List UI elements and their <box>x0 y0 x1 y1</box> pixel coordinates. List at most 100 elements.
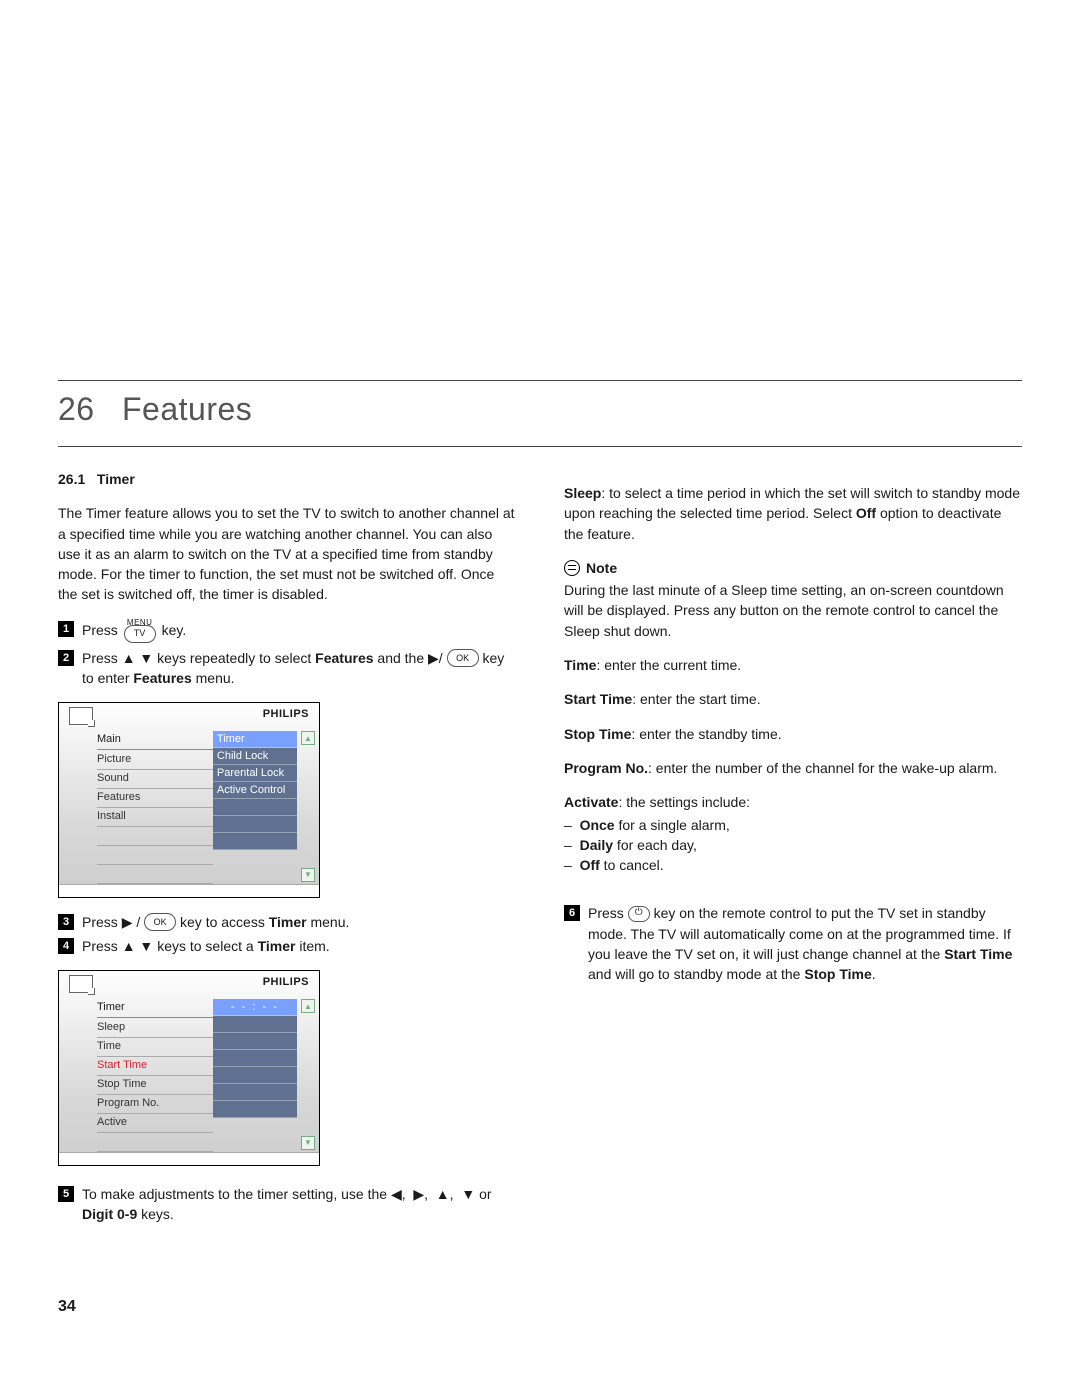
step-5-text: To make adjustments to the timer setting… <box>82 1184 516 1225</box>
note-label: Note <box>586 558 617 578</box>
note-text: During the last minute of a Sleep time s… <box>564 580 1022 641</box>
left-column: 26.1 Timer The Timer feature allows you … <box>58 469 516 1318</box>
osd2-left-item: Active <box>97 1114 213 1133</box>
t: item. <box>299 938 329 954</box>
osd1-right-item: Active Control <box>213 782 297 799</box>
osd2-right-item <box>213 1084 297 1101</box>
osd2-footer <box>59 1152 319 1165</box>
under-rule <box>58 446 1022 447</box>
osd1-scroll-arrows: ▲ ▼ <box>301 709 315 884</box>
step-3: 3 Press ▶ / OK key to access Timer menu. <box>58 912 516 932</box>
activate-option: – Off to cancel. <box>564 855 1022 875</box>
section-heading: 26.1 Timer <box>58 469 516 489</box>
t: . <box>872 966 876 982</box>
osd2-right-item <box>213 1016 297 1033</box>
osd1-right-list: TimerChild LockParental LockActive Contr… <box>213 709 301 884</box>
timer-bold-2: Timer <box>258 938 296 954</box>
activate-options-list: – Once for a single alarm,– Daily for ea… <box>564 815 1022 876</box>
activate-option: – Daily for each day, <box>564 835 1022 855</box>
digit-bold: Digit 0-9 <box>82 1206 137 1222</box>
step-1-badge: 1 <box>58 621 74 637</box>
osd2-left-item: Sleep <box>97 1019 213 1038</box>
tv-key-icon: TV <box>124 625 156 643</box>
activate-option: – Once for a single alarm, <box>564 815 1022 835</box>
osd2-right-item <box>213 1033 297 1050</box>
osd2-right-list: - - : - - <box>213 977 301 1152</box>
t: Press <box>588 905 628 921</box>
osd-window-icon <box>69 975 93 993</box>
t: Press <box>82 650 122 666</box>
scroll-down-icon: ▼ <box>301 1136 315 1150</box>
osd1-title: Main <box>97 731 213 750</box>
t: keys. <box>141 1206 174 1222</box>
step-5: 5 To make adjustments to the timer setti… <box>58 1184 516 1225</box>
t: : enter the number of the channel for th… <box>648 760 997 776</box>
step-6-text: Press key on the remote control to put t… <box>588 903 1022 984</box>
prog-label: Program No. <box>564 760 648 776</box>
step-4-badge: 4 <box>58 938 74 954</box>
features-bold-2: Features <box>133 670 191 686</box>
t: and the <box>377 650 428 666</box>
t: : enter the start time. <box>632 691 760 707</box>
t: keys to select a <box>157 938 257 954</box>
step-3-text: Press ▶ / OK key to access Timer menu. <box>82 912 516 932</box>
menu-tv-key-icon: MENU TV <box>124 619 156 644</box>
osd2-left-empty <box>97 1133 213 1152</box>
t: To make adjustments to the timer setting… <box>82 1186 391 1202</box>
start-time-paragraph: Start Time: enter the start time. <box>564 689 1022 709</box>
step-1-suffix: key. <box>162 622 187 638</box>
section-number: 26.1 <box>58 471 85 487</box>
step-6: 6 Press key on the remote control to put… <box>564 903 1022 984</box>
t: Press <box>82 938 122 954</box>
ok-key-icon: OK <box>144 913 176 931</box>
osd-main-menu: PHILIPS Main PictureSoundFeaturesInstall… <box>58 702 320 898</box>
osd2-scroll-arrows: ▲ ▼ <box>301 977 315 1152</box>
features-bold: Features <box>315 650 373 666</box>
step-1-prefix: Press <box>82 622 122 638</box>
right-column: Sleep: to select a time period in which … <box>564 469 1022 1318</box>
osd1-right-item: Parental Lock <box>213 765 297 782</box>
t: keys repeatedly to select <box>153 650 315 666</box>
step-2-text: Press ▲ ▼ keys repeatedly to select Feat… <box>82 648 516 689</box>
t: menu. <box>310 914 349 930</box>
osd1-left-item: Sound <box>97 770 213 789</box>
osd2-left-item: Program No. <box>97 1095 213 1114</box>
t: : enter the current time. <box>596 657 741 673</box>
osd2-title: Timer <box>97 999 213 1018</box>
osd-window-icon <box>69 707 93 725</box>
osd1-right-item: Child Lock <box>213 748 297 765</box>
osd1-left-item: Picture <box>97 751 213 770</box>
stop-time-paragraph: Stop Time: enter the standby time. <box>564 724 1022 744</box>
osd1-right-empty <box>213 799 297 816</box>
t: : the settings include: <box>618 794 750 810</box>
chapter-title-text: Features <box>122 391 252 427</box>
start-label: Start Time <box>564 691 632 707</box>
t: Press <box>82 914 122 930</box>
ok-key-icon: OK <box>447 649 479 667</box>
osd2-left-item: Stop Time <box>97 1076 213 1095</box>
power-key-icon <box>628 906 650 922</box>
step-4: 4 Press ▲ ▼ keys to select a Timer item. <box>58 936 516 956</box>
section-title: Timer <box>97 471 135 487</box>
scroll-up-icon: ▲ <box>301 999 315 1013</box>
osd1-right-item: Timer <box>213 731 297 748</box>
step-1: 1 Press MENU TV key. <box>58 619 516 644</box>
step-1-text: Press MENU TV key. <box>82 619 516 644</box>
off-bold: Off <box>856 505 876 521</box>
t: : enter the standby time. <box>631 726 781 742</box>
page-number: 34 <box>58 1295 516 1318</box>
time-label: Time <box>564 657 596 673</box>
step-4-text: Press ▲ ▼ keys to select a Timer item. <box>82 936 516 956</box>
scroll-down-icon: ▼ <box>301 868 315 882</box>
two-column-layout: 26.1 Timer The Timer feature allows you … <box>58 469 1022 1318</box>
note-heading: Note <box>564 558 1022 578</box>
step-5-badge: 5 <box>58 1186 74 1202</box>
time-paragraph: Time: enter the current time. <box>564 655 1022 675</box>
osd1-right-empty <box>213 833 297 850</box>
osd1-left-empty <box>97 846 213 865</box>
step-3-badge: 3 <box>58 914 74 930</box>
osd1-right-empty <box>213 816 297 833</box>
osd2-right-item: - - : - - <box>213 999 297 1016</box>
manual-page: 26 Features 26.1 Timer The Timer feature… <box>0 0 1080 1358</box>
start-time-bold: Start Time <box>944 946 1012 962</box>
